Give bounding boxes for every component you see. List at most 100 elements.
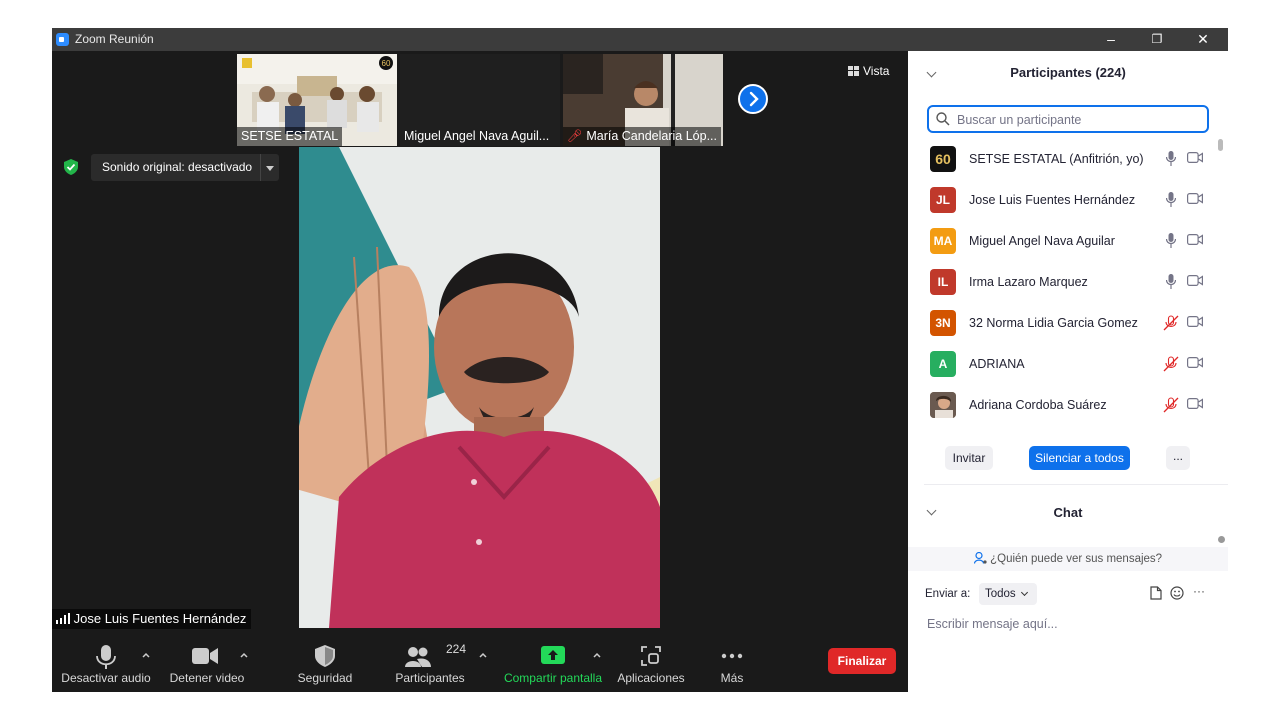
participant-avatar: 3N [930, 310, 956, 336]
video-camera-icon[interactable] [1187, 275, 1203, 286]
participant-row[interactable]: 3N 32 Norma Lidia Garcia Gomez [908, 303, 1218, 344]
participant-name: Irma Lazaro Marquez [969, 275, 1088, 289]
mute-audio-button[interactable]: Desactivar audio [60, 636, 152, 692]
mute-all-button[interactable]: Silenciar a todos [1029, 446, 1130, 470]
original-sound-label: Sonido original: desactivado [102, 160, 253, 174]
participant-name: Adriana Cordoba Suárez [969, 398, 1107, 412]
divider [924, 484, 1228, 485]
muted-microphone-icon[interactable] [1163, 356, 1179, 372]
encryption-shield-icon[interactable] [64, 159, 78, 175]
video-camera-icon[interactable] [1187, 357, 1203, 368]
thumbnail-name-text: María Candelaria Lóp... [586, 129, 717, 143]
original-sound-toggle[interactable]: Sonido original: desactivado [91, 154, 279, 181]
chat-header: Chat [908, 491, 1228, 531]
restore-button[interactable]: ❐ [1134, 28, 1180, 51]
muted-microphone-icon[interactable] [1163, 397, 1179, 413]
zoom-window: Zoom Reunión – ❐ ✕ 60 SETSE ESTATAL Migu… [52, 28, 1228, 692]
apps-button[interactable]: Aplicaciones [612, 636, 690, 692]
chevron-right-icon [749, 91, 759, 107]
invite-button[interactable]: Invitar [945, 446, 993, 470]
chat-scrollbar[interactable] [1218, 536, 1225, 543]
mute-audio-label: Desactivar audio [61, 671, 151, 685]
share-screen-button[interactable]: Compartir pantalla [498, 636, 608, 692]
chat-message-input[interactable] [925, 613, 1219, 635]
scrollbar-thumb[interactable] [1218, 139, 1223, 151]
more-dots-icon [721, 653, 743, 659]
video-camera-icon[interactable] [1187, 398, 1203, 409]
participant-avatar: MA [930, 228, 956, 254]
grid-icon [848, 66, 859, 76]
send-to-dropdown[interactable]: Todos [979, 583, 1037, 605]
thumbnail-miguel[interactable]: Miguel Angel Nava Aguil... [400, 54, 560, 146]
active-speaker-name: Jose Luis Fuentes Hernández [52, 609, 252, 629]
security-label: Seguridad [297, 671, 353, 685]
emoji-icon[interactable] [1170, 586, 1184, 600]
view-button-label: Vista [863, 64, 890, 78]
who-can-see-messages[interactable]: ¿Quién puede ver sus mensajes? [908, 547, 1228, 571]
participants-options-chevron-up-icon[interactable] [478, 650, 488, 660]
security-shield-icon [315, 645, 335, 667]
share-screen-icon [541, 646, 565, 664]
view-button[interactable]: Vista [846, 61, 901, 81]
close-button[interactable]: ✕ [1180, 28, 1226, 51]
participants-button[interactable]: 224 Participantes [388, 636, 472, 692]
video-camera-icon[interactable] [1187, 152, 1203, 163]
next-page-button[interactable] [738, 84, 768, 114]
participant-row[interactable]: A ADRIANA [908, 344, 1218, 385]
participant-row[interactable]: JL Jose Luis Fuentes Hernández [908, 180, 1218, 221]
more-button[interactable]: Más [704, 636, 760, 692]
chat-more-button[interactable]: ··· [1193, 584, 1205, 598]
participant-search-box[interactable] [927, 105, 1209, 133]
file-icon[interactable] [1150, 586, 1162, 600]
share-screen-label: Compartir pantalla [503, 671, 603, 685]
participant-avatar: IL [930, 269, 956, 295]
microphone-icon[interactable] [1166, 151, 1176, 166]
participant-avatar: JL [930, 187, 956, 213]
participant-avatar: A [930, 351, 956, 377]
muted-microphone-icon[interactable] [1163, 315, 1179, 331]
participant-name: SETSE ESTATAL (Anfitrión, yo) [969, 152, 1144, 166]
participants-scrollbar[interactable] [1218, 139, 1223, 429]
video-camera-icon[interactable] [1187, 316, 1203, 327]
participant-name: Miguel Angel Nava Aguilar [969, 234, 1115, 248]
participant-row[interactable]: Adriana Cordoba Suárez [908, 385, 1218, 426]
thumbnail-setse[interactable]: 60 SETSE ESTATAL [237, 54, 397, 146]
end-meeting-button[interactable]: Finalizar [828, 648, 896, 674]
participant-name: 32 Norma Lidia Garcia Gomez [969, 316, 1138, 330]
audio-options-chevron-up-icon[interactable] [141, 650, 151, 660]
speaker-video-image [299, 147, 660, 628]
apps-label: Aplicaciones [617, 671, 685, 685]
chat-title: Chat [1053, 505, 1083, 520]
stop-video-button[interactable]: Detener video [166, 636, 248, 692]
participant-row[interactable]: MA Miguel Angel Nava Aguilar [908, 221, 1218, 262]
microphone-icon[interactable] [1166, 192, 1176, 207]
participant-row[interactable]: 60 SETSE ESTATAL (Anfitrión, yo) [908, 139, 1218, 180]
search-icon [936, 112, 950, 126]
thumbnail-maria[interactable]: 🎤︎ María Candelaria Lóp... [563, 54, 723, 146]
video-camera-icon[interactable] [1187, 193, 1203, 204]
profile-photo-icon [930, 392, 956, 418]
participant-avatar: 60 [930, 146, 956, 172]
window-title: Zoom Reunión [75, 32, 154, 46]
video-camera-icon[interactable] [1187, 234, 1203, 245]
chevron-down-icon[interactable] [260, 154, 279, 181]
security-button[interactable]: Seguridad [288, 636, 362, 692]
svg-text:60: 60 [382, 59, 391, 68]
participants-label: Participantes [395, 671, 465, 685]
microphone-icon[interactable] [1166, 233, 1176, 248]
title-bar: Zoom Reunión – ❐ ✕ [52, 28, 1228, 51]
share-options-chevron-up-icon[interactable] [592, 650, 602, 660]
video-camera-icon [192, 648, 218, 664]
microphone-icon[interactable] [1166, 274, 1176, 289]
stop-video-label: Detener video [169, 671, 245, 685]
more-label: Más [720, 671, 744, 685]
user-eye-icon [973, 551, 987, 564]
more-options-button[interactable]: ... [1166, 446, 1190, 470]
participant-row[interactable]: IL Irma Lazaro Marquez [908, 262, 1218, 303]
minimize-button[interactable]: – [1088, 28, 1134, 51]
video-options-chevron-up-icon[interactable] [239, 650, 249, 660]
search-input[interactable] [955, 110, 1204, 130]
chevron-down-icon [1020, 588, 1029, 597]
meeting-toolbar: Desactivar audio Detener video Seguridad [52, 636, 908, 692]
active-speaker-name-text: Jose Luis Fuentes Hernández [73, 611, 247, 626]
